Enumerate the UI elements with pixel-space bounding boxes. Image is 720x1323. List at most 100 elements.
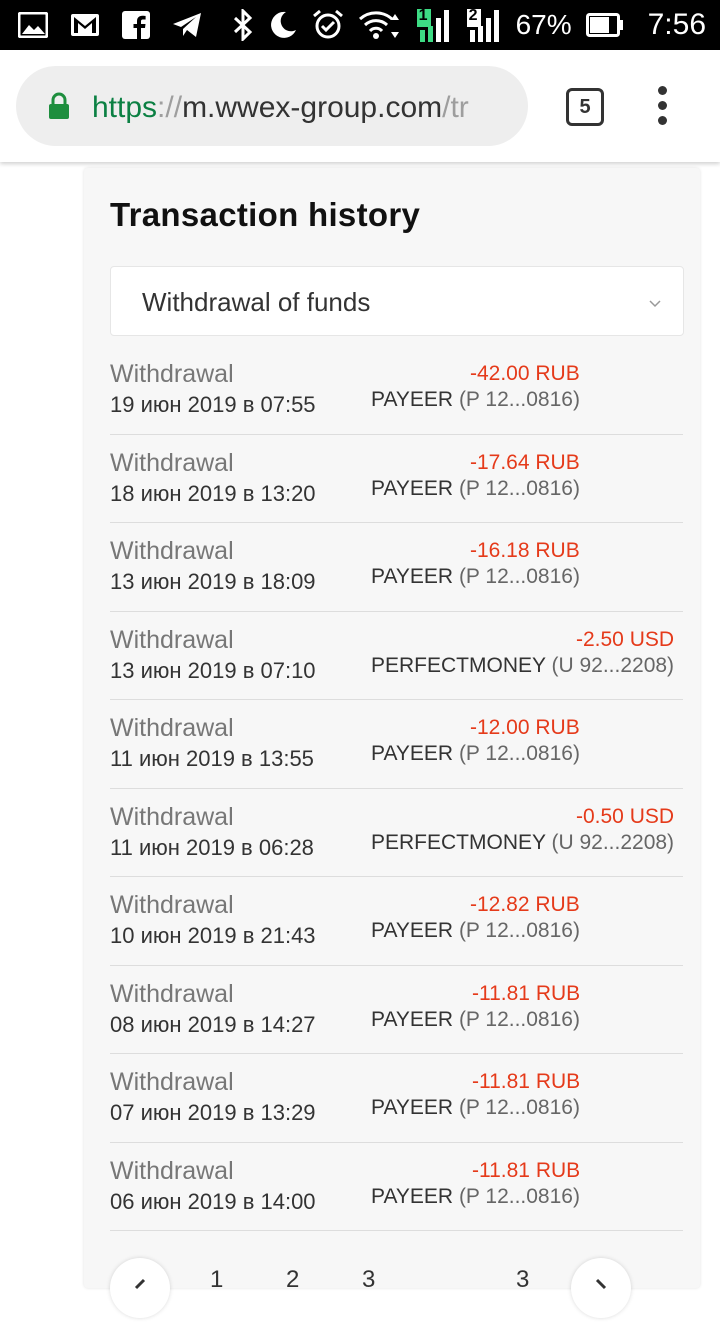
transaction-date: 11 июн 2019 в 13:55 [110,746,314,771]
transaction-row: Withdrawal 10 июн 2019 в 21:43 -12.82 RUB P… [110,877,683,966]
transaction-amount: -16.18 RUB [470,539,580,562]
url-scheme: https [92,91,158,124]
page-last-link[interactable]: 3 [516,1266,529,1294]
lock-icon [48,92,70,125]
transaction-date: 10 июн 2019 в 21:43 [110,923,316,948]
pagination: 1 2 3 3 [110,1250,683,1318]
page-title: Transaction history [110,196,421,233]
transaction-row: Withdrawal 11 июн 2019 в 13:55 -12.00 RUB P… [110,700,683,789]
payment-method: PAYEER (P 12...0816) [371,565,580,589]
transaction-row: Withdrawal 07 июн 2019 в 13:29 -11.81 RUB P… [110,1054,683,1143]
transaction-amount: -17.64 RUB [470,450,580,474]
chevron-left-icon [134,1278,146,1290]
transaction-type-select[interactable]: Withdrawal of funds [110,266,684,336]
system-icons: 1 2 67% 7:56 [232,7,706,42]
payment-system: PAYEER [371,742,454,765]
transaction-type: Withdrawal [110,1156,234,1185]
payment-system: PERFECTMONEY [371,830,546,854]
chevron-right-icon [595,1278,607,1290]
transaction-type: Withdrawal [110,625,234,654]
transaction-row: Withdrawal 19 июн 2019 в 07:55 -42.00 RUB P… [110,346,683,435]
facebook-icon [122,11,150,39]
transaction-type: Withdrawal [110,714,234,742]
battery-percent: 67% [515,9,572,40]
sim2-label: 2 [468,7,478,24]
signal-sim1-icon: 1 [416,7,452,42]
account-number: (P 12...0816) [458,742,580,765]
wifi-icon [358,10,402,40]
transaction-amount: -11.81 RUB [472,1158,581,1182]
payment-system: PAYEER [371,388,454,411]
transaction-row: Withdrawal 13 июн 2019 в 18:09 -16.18 RUB P… [110,523,683,612]
transaction-type: Withdrawal [110,360,234,388]
address-bar[interactable]: https://m.wwex-group.com/tr [16,66,528,146]
transaction-amount: -42.00 RUB [470,362,580,385]
payment-method: PAYEER (P 12...0816) [371,477,580,501]
transaction-amount: -12.82 RUB [470,893,580,916]
alarm-icon [312,9,344,41]
account-number: (P 12...0816) [458,919,580,942]
transaction-amount: -11.81 RUB [472,1070,581,1093]
payment-method: PAYEER (P 12...0816) [371,1096,580,1120]
transaction-date: 11 июн 2019 в 06:28 [110,834,314,860]
transaction-type: Withdrawal [110,802,234,831]
clock: 7:56 [647,8,706,41]
transaction-type: Withdrawal [110,1068,234,1096]
payment-system: PERFECTMONEY [371,653,546,677]
status-bar: 1 2 67% 7:56 [0,0,720,50]
account-number: (P 12...0816) [458,1007,580,1031]
battery-icon [585,13,624,37]
payment-method: PAYEER (P 12...0816) [371,742,580,766]
transaction-row: Withdrawal 11 июн 2019 в 06:28 -0.50 USD PE… [110,789,683,877]
bluetooth-icon [232,9,254,41]
transaction-type: Withdrawal [110,979,234,1008]
payment-system: PAYEER [371,476,454,500]
transaction-amount: -2.50 USD [576,627,675,651]
transaction-amount: -0.50 USD [576,804,675,828]
gallery-icon [18,12,48,38]
tab-switcher-button[interactable]: 5 [566,88,604,126]
account-number: (P 12...0816) [458,1096,580,1119]
gmail-icon [70,13,100,37]
browser-toolbar: https://m.wwex-group.com/tr 5 [0,50,720,162]
transaction-type: Withdrawal [110,537,234,565]
transaction-date: 19 июн 2019 в 07:55 [110,392,316,417]
transaction-date: 13 июн 2019 в 07:10 [110,657,316,683]
payment-method: PAYEER (P 12...0816) [371,388,580,412]
url-host: m.wwex-group.com [182,91,443,124]
select-value: Withdrawal of funds [142,287,371,317]
transaction-date: 06 июн 2019 в 14:00 [110,1188,316,1214]
payment-method: PAYEER (P 12...0816) [371,919,580,943]
account-number: (U 92...2208) [551,830,675,854]
url-path: /tr [442,91,469,124]
transaction-type: Withdrawal [110,891,234,919]
transaction-row: Withdrawal 18 июн 2019 в 13:20 -17.64 RUB P… [110,435,683,523]
signal-sim2-icon: 2 [466,7,502,42]
telegram-icon [172,12,202,38]
payment-system: PAYEER [371,919,454,942]
transaction-amount: -12.00 RUB [470,716,580,739]
url-text[interactable]: https://m.wwex-group.com/tr [92,88,512,128]
account-number: (P 12...0816) [458,476,580,500]
url-separator: :// [157,91,183,124]
transaction-row: Withdrawal 13 июн 2019 в 07:10 -2.50 USD PE… [110,612,683,700]
account-number: (P 12...0816) [458,388,580,411]
page-3-link[interactable]: 3 [362,1266,375,1294]
page-1-link[interactable]: 1 [210,1266,223,1294]
payment-system: PAYEER [371,1007,454,1031]
prev-page-button[interactable] [110,1258,170,1318]
notification-icons [18,8,202,42]
sim1-label: 1 [418,7,428,24]
overflow-menu-icon[interactable] [652,86,676,126]
do-not-disturb-icon [268,10,298,40]
transaction-type: Withdrawal [110,448,234,477]
next-page-button[interactable] [571,1258,631,1318]
payment-method: PERFECTMONEY (U 92...2208) [371,654,674,678]
transaction-row: Withdrawal 08 июн 2019 в 14:27 -11.81 RUB P… [110,966,683,1054]
page-2-link[interactable]: 2 [286,1266,299,1294]
transaction-row: Withdrawal 06 июн 2019 в 14:00 -11.81 RUB P… [110,1143,683,1231]
transaction-date: 13 июн 2019 в 18:09 [110,569,316,594]
payment-system: PAYEER [371,565,454,588]
chevron-down-icon [649,295,661,313]
account-number: (U 92...2208) [551,653,675,677]
